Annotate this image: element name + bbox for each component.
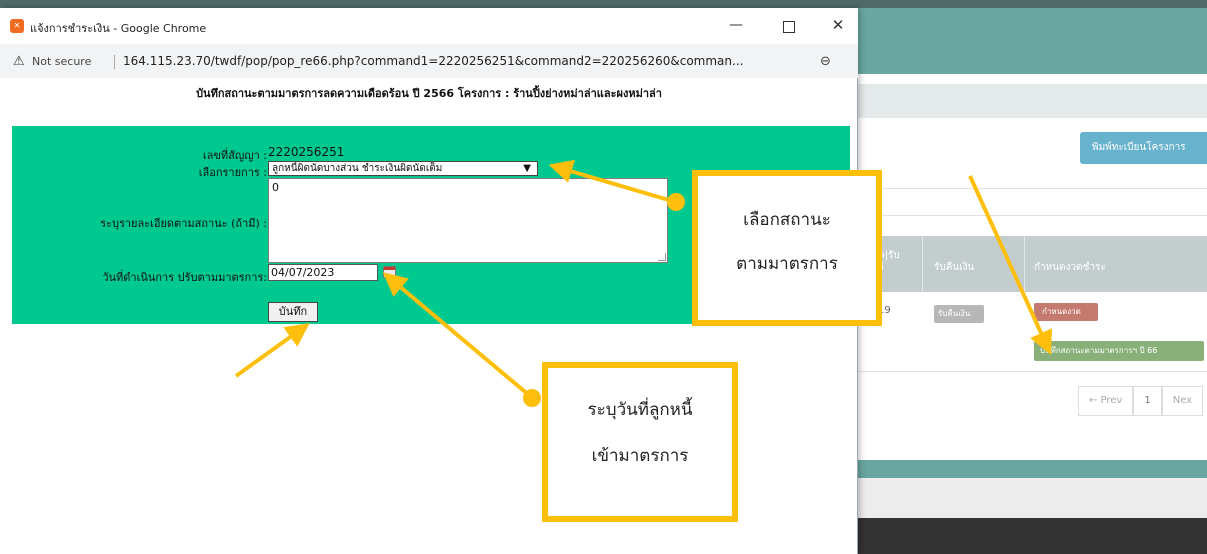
date-callout: ระบุวันที่ลูกหนี้ เข้ามาตรการ [542,362,738,522]
column-separator [922,236,923,292]
status-selected-value: ลูกหนี้ผิดนัดบางส่วน ชำระเงินผิดนัดเต็ม [272,163,443,174]
footer-band [858,460,1207,478]
pagination: ← Prev 1 Nex [1078,386,1204,416]
not-secure-label[interactable]: Not secure [32,55,91,68]
app-icon: ✕ [10,19,24,33]
table-header: ค|รับ ว้ รับคืนเงิน กำหนดงวดชำระ [858,236,1207,292]
column-separator [1024,236,1025,292]
page-title: บันทึกสถานะตามมาตรการลดความเดือดร้อน ปี … [196,87,662,100]
set-period-button[interactable]: กำหนดงวด [1034,303,1098,321]
minimize-icon[interactable]: — [724,14,748,38]
url-text[interactable]: 164.115.23.70/twdf/pop/pop_re66.php?comm… [123,54,743,68]
address-bar[interactable]: ⚠ Not secure 164.115.23.70/twdf/pop/pop_… [0,44,858,78]
contract-label: เลขที่สัญญา : [202,149,267,162]
calendar-icon[interactable] [383,266,396,278]
chevron-down-icon: ▼ [523,163,531,174]
status-label: เลือกรายการ : [198,166,267,179]
footer-dark [858,518,1207,554]
column-header-refund: รับคืนเงิน [934,262,975,273]
detail-label: ระบุรายละเอียดตามสถานะ (ถ้ามี) : [100,217,267,230]
status-select[interactable]: ลูกหนี้ผิดนัดบางส่วน ชำระเงินผิดนัดเต็ม … [268,161,538,176]
maximize-icon[interactable] [776,14,800,38]
print-register-button[interactable]: พิมพ์ทะเบียนโครงการ [1080,132,1207,164]
zoom-icon[interactable]: ⊖ [820,54,831,69]
background-header [858,8,1207,74]
detail-textarea[interactable]: 0 [268,178,668,263]
receive-refund-button[interactable]: รับคืนเงิน [934,305,984,323]
date-callout-line2: เข้ามาตรการ [591,446,689,466]
divider [858,215,1207,216]
window-titlebar[interactable]: ✕ แจ้งการชำระเงิน - Google Chrome — ✕ [0,8,858,44]
prev-page-button[interactable]: ← Prev [1078,386,1134,416]
save-button[interactable]: บันทึก [268,302,318,322]
status-callout: เลือกสถานะ ตามมาตรการ [692,170,882,326]
divider [114,55,115,69]
footer-light [858,478,1207,518]
resize-grip-icon[interactable] [658,253,666,261]
detail-value: 0 [272,181,279,194]
date-callout-line1: ระบุวันที่ลูกหนี้ [587,400,693,420]
background-subbar [858,84,1207,118]
page-1-button[interactable]: 1 [1133,386,1162,416]
status-callout-line1: เลือกสถานะ [743,210,831,230]
close-icon[interactable]: ✕ [826,14,850,38]
divider [858,188,1207,189]
window-title: แจ้งการชำระเงิน - Google Chrome [30,22,207,35]
column-header-schedule: กำหนดงวดชำระ [1034,262,1106,273]
date-input[interactable]: 04/07/2023 [268,264,378,281]
save-status-measure-button[interactable]: บันทึกสถานะตามมาตรการฯ ปี 66 [1034,341,1204,361]
contract-value: 2220256251 [268,145,345,159]
next-page-button[interactable]: Nex [1161,386,1204,416]
date-label: วันที่ดำเนินการ ปรับตามมาตรการ: [102,271,267,284]
background-top-strip [0,0,1207,8]
status-callout-line2: ตามมาตรการ [736,254,838,274]
warning-icon[interactable]: ⚠ [13,54,25,69]
